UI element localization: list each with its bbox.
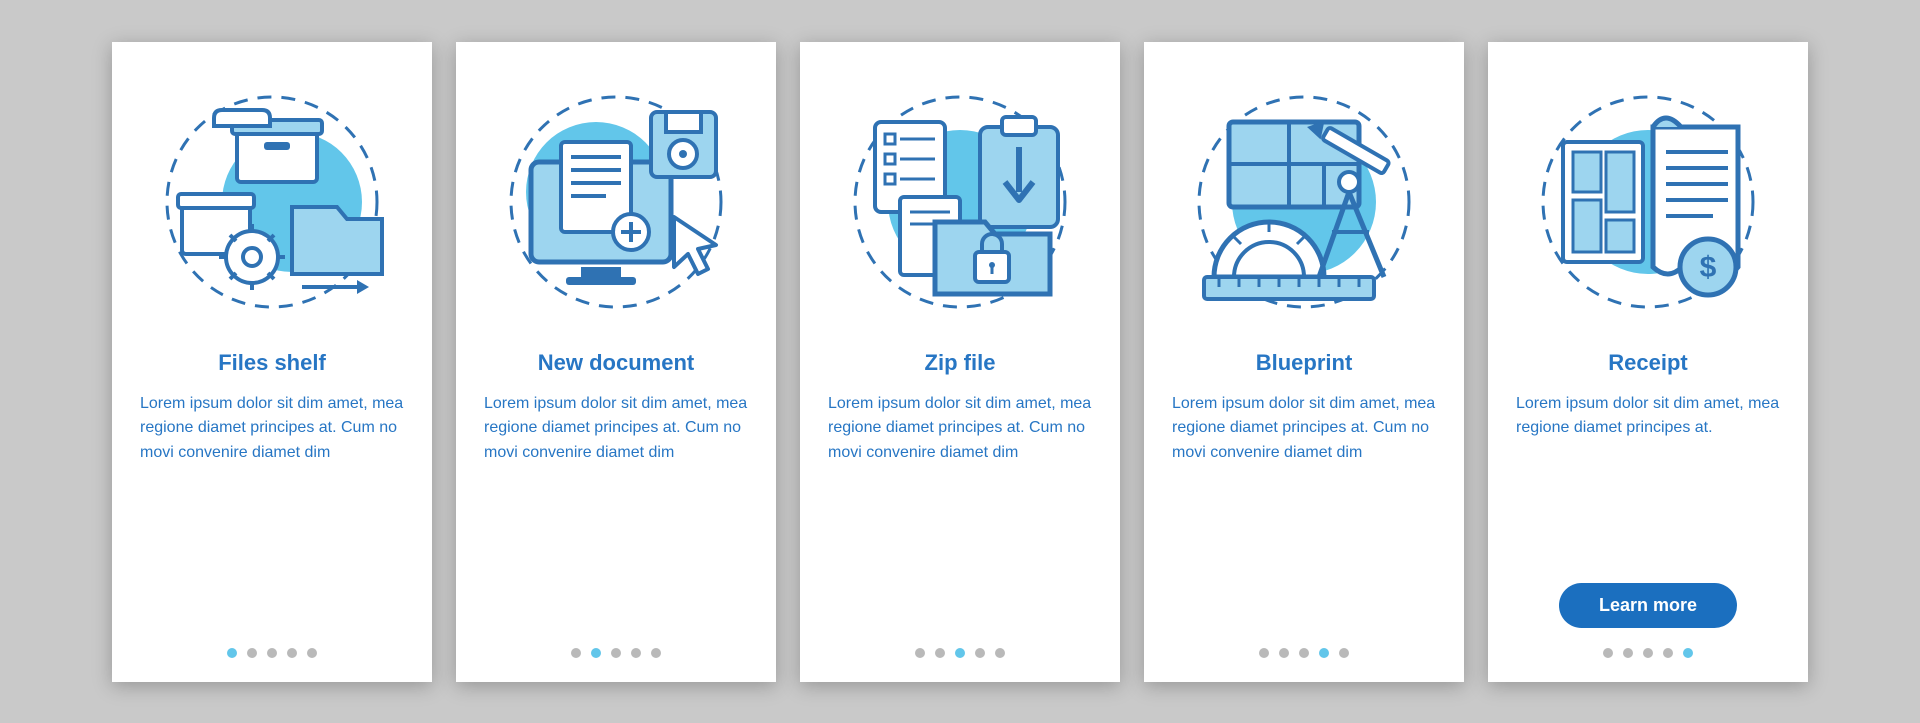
card-title: Receipt xyxy=(1608,350,1687,376)
dot-2[interactable] xyxy=(935,648,945,658)
dot-3[interactable] xyxy=(955,648,965,658)
dot-1[interactable] xyxy=(915,648,925,658)
card-body: Lorem ipsum dolor sit dim amet, mea regi… xyxy=(140,392,404,648)
dot-4[interactable] xyxy=(1319,648,1329,658)
card-body: Lorem ipsum dolor sit dim amet, mea regi… xyxy=(484,392,748,648)
card-title: Blueprint xyxy=(1256,350,1353,376)
zip-file-icon xyxy=(830,72,1090,332)
onboarding-card-files-shelf: Files shelf Lorem ipsum dolor sit dim am… xyxy=(112,42,432,682)
dot-4[interactable] xyxy=(631,648,641,658)
card-body: Lorem ipsum dolor sit dim amet, mea regi… xyxy=(1516,392,1780,583)
dot-5[interactable] xyxy=(651,648,661,658)
dot-2[interactable] xyxy=(1623,648,1633,658)
dot-1[interactable] xyxy=(227,648,237,658)
card-title: New document xyxy=(538,350,694,376)
dot-5[interactable] xyxy=(995,648,1005,658)
onboarding-card-receipt: $ Receipt Lorem ipsum dolor sit dim amet… xyxy=(1488,42,1808,682)
pagination-dots xyxy=(1603,648,1693,658)
dot-2[interactable] xyxy=(1279,648,1289,658)
dot-3[interactable] xyxy=(611,648,621,658)
pagination-dots xyxy=(915,648,1005,658)
onboarding-card-new-document: New document Lorem ipsum dolor sit dim a… xyxy=(456,42,776,682)
card-title: Zip file xyxy=(925,350,996,376)
dot-5[interactable] xyxy=(1339,648,1349,658)
onboarding-card-blueprint: Blueprint Lorem ipsum dolor sit dim amet… xyxy=(1144,42,1464,682)
pagination-dots xyxy=(227,648,317,658)
card-body: Lorem ipsum dolor sit dim amet, mea regi… xyxy=(1172,392,1436,648)
pagination-dots xyxy=(1259,648,1349,658)
dot-5[interactable] xyxy=(1683,648,1693,658)
card-title: Files shelf xyxy=(218,350,326,376)
learn-more-button[interactable]: Learn more xyxy=(1559,583,1737,628)
card-body: Lorem ipsum dolor sit dim amet, mea regi… xyxy=(828,392,1092,648)
dot-3[interactable] xyxy=(267,648,277,658)
dot-1[interactable] xyxy=(1259,648,1269,658)
dot-1[interactable] xyxy=(571,648,581,658)
receipt-icon: $ xyxy=(1518,72,1778,332)
svg-text:$: $ xyxy=(1700,251,1717,284)
dot-5[interactable] xyxy=(307,648,317,658)
dot-3[interactable] xyxy=(1643,648,1653,658)
new-document-icon xyxy=(486,72,746,332)
dot-3[interactable] xyxy=(1299,648,1309,658)
files-shelf-icon xyxy=(142,72,402,332)
dot-4[interactable] xyxy=(287,648,297,658)
pagination-dots xyxy=(571,648,661,658)
dot-1[interactable] xyxy=(1603,648,1613,658)
dot-4[interactable] xyxy=(975,648,985,658)
dot-2[interactable] xyxy=(247,648,257,658)
onboarding-card-zip-file: Zip file Lorem ipsum dolor sit dim amet,… xyxy=(800,42,1120,682)
dot-4[interactable] xyxy=(1663,648,1673,658)
blueprint-icon xyxy=(1174,72,1434,332)
dot-2[interactable] xyxy=(591,648,601,658)
